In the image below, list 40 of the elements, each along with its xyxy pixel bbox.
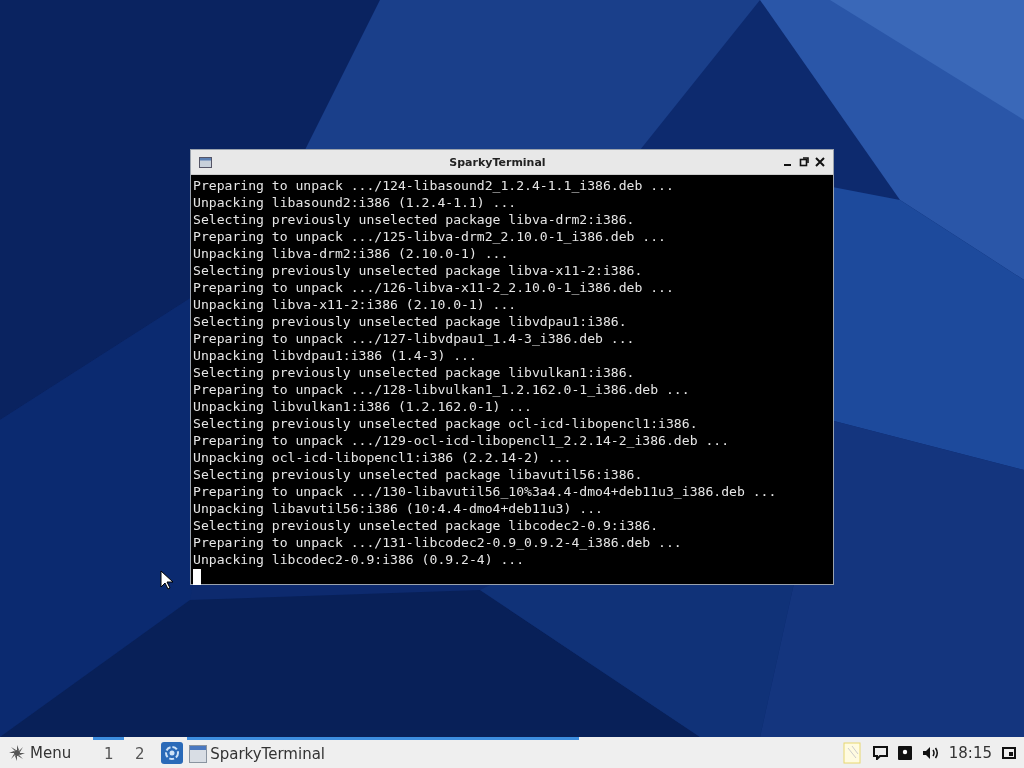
- terminal-line: Preparing to unpack .../125-libva-drm2_2.10.0-1_i386.deb ...: [193, 228, 666, 245]
- text-cursor: [193, 569, 201, 585]
- menu-button[interactable]: Menu: [0, 737, 80, 768]
- terminal-line: Unpacking libavutil56:i386 (10:4.4-dmo4+deb11u3) ...: [193, 500, 603, 517]
- terminal-line: Unpacking libasound2:i386 (1.2.4-1.1) ...: [193, 194, 517, 211]
- terminal-line: Selecting previously unselected package libcodec2-0.9:i386.: [193, 517, 659, 534]
- terminal-line: Preparing to unpack .../128-libvulkan1_1.2.162.0-1_i386.deb ...: [193, 381, 690, 398]
- terminal-line: Preparing to unpack .../129-ocl-icd-libopencl1_2.2.14-2_i386.deb ...: [193, 432, 730, 449]
- terminal-line: Preparing to unpack .../127-libvdpau1_1.4-3_i386.deb ...: [193, 330, 635, 347]
- terminal-line: Selecting previously unselected package libva-x11-2:i386.: [193, 262, 643, 279]
- terminal-line: Unpacking libvulkan1:i386 (1.2.162.0-1) ...: [193, 398, 532, 415]
- terminal-line: Selecting previously unselected package libvulkan1:i386.: [193, 364, 635, 381]
- show-desktop-icon[interactable]: [1002, 746, 1016, 759]
- clock[interactable]: 18:15: [948, 743, 992, 762]
- chat-icon[interactable]: [872, 745, 888, 760]
- task-button[interactable]: SparkyTerminal: [187, 737, 580, 768]
- terminal-line: Selecting previously unselected package ocl-icd-libopencl1:i386.: [193, 415, 698, 432]
- volume-icon[interactable]: [921, 745, 939, 760]
- terminal-line: Unpacking libcodec2-0.9:i386 (0.9.2-4) ...: [193, 551, 525, 568]
- camera-icon[interactable]: [897, 745, 912, 760]
- terminal-line: Unpacking libva-drm2:i386 (2.10.0-1) ...: [193, 245, 509, 262]
- terminal-line: Unpacking libvdpau1:i386 (1.4-3) ...: [193, 347, 477, 364]
- terminal-line: Unpacking ocl-icd-libopencl1:i386 (2.2.14-2) ...: [193, 449, 572, 466]
- close-icon[interactable]: [815, 157, 825, 167]
- window-icon: [199, 156, 212, 168]
- browser-launcher-icon[interactable]: [161, 741, 184, 764]
- workspace-button[interactable]: 1: [93, 737, 125, 768]
- terminal-line: Preparing to unpack .../130-libavutil56_10%3a4.4-dmo4+deb11u3_i386.deb ...: [193, 483, 777, 500]
- terminal-line: Preparing to unpack .../126-libva-x11-2_2.10.0-1_i386.deb ...: [193, 279, 674, 296]
- terminal-line: Preparing to unpack .../131-libcodec2-0.9_0.9.2-4_i386.deb ...: [193, 534, 682, 551]
- terminal-line: Selecting previously unselected package libvdpau1:i386.: [193, 313, 627, 330]
- terminal-line: Selecting previously unselected package libva-drm2:i386.: [193, 211, 635, 228]
- terminal-line: Preparing to unpack .../124-libasound2_1.2.4-1.1_i386.deb ...: [193, 177, 674, 194]
- window-title: SparkyTerminal: [448, 155, 547, 169]
- workspace-button[interactable]: 2: [124, 737, 156, 768]
- terminal-line: Selecting previously unselected package libavutil56:i386.: [193, 466, 643, 483]
- terminal-line: Unpacking libva-x11-2:i386 (2.10.0-1) ...: [193, 296, 517, 313]
- restore-icon[interactable]: [799, 157, 809, 167]
- window-icon: [189, 745, 208, 763]
- mouse-pointer-icon: [160, 570, 174, 590]
